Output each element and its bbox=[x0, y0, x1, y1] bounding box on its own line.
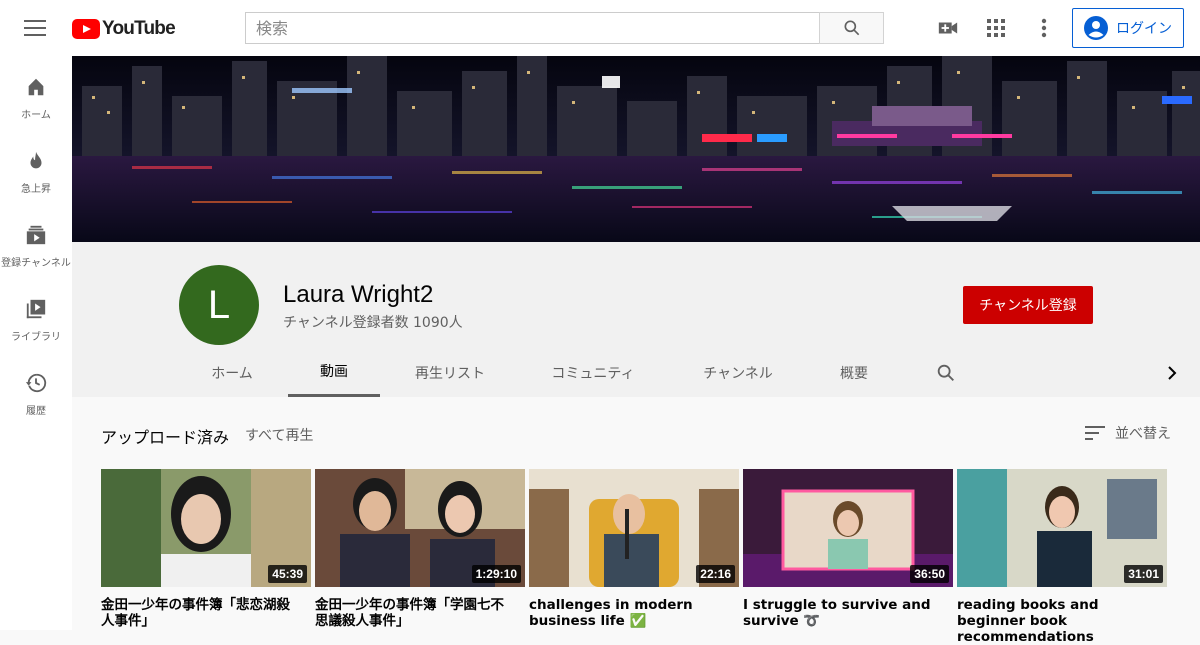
video-card[interactable]: 1:29:10 金田一少年の事件簿「学園七不思議殺人事件」 bbox=[315, 469, 525, 629]
menu-icon[interactable] bbox=[24, 18, 46, 38]
tab-about[interactable]: 概要 bbox=[826, 348, 882, 397]
subscriptions-icon bbox=[26, 225, 46, 245]
video-duration: 1:29:10 bbox=[471, 565, 521, 583]
section-title: アップロード済み bbox=[101, 428, 230, 447]
library-icon bbox=[26, 299, 46, 319]
history-icon bbox=[25, 373, 47, 393]
more-vert-icon bbox=[1041, 18, 1047, 38]
sort-icon bbox=[1085, 426, 1105, 440]
youtube-play-icon bbox=[72, 19, 100, 39]
settings-menu-button[interactable] bbox=[1032, 16, 1056, 40]
sidebar-item-trending[interactable]: 急上昇 bbox=[0, 130, 72, 204]
video-thumbnail[interactable]: 45:39 bbox=[101, 469, 311, 587]
chevron-right-icon bbox=[1168, 365, 1177, 380]
sidebar-item-library[interactable]: ライブラリ bbox=[0, 278, 72, 352]
video-thumbnail[interactable]: 31:01 bbox=[957, 469, 1167, 587]
tabs-scroll-right-button[interactable] bbox=[1160, 348, 1184, 397]
search-bar bbox=[245, 12, 884, 44]
subscriber-count: チャンネル登録者数 1090人 bbox=[283, 315, 463, 331]
video-duration: 36:50 bbox=[910, 565, 949, 583]
sidebar: ホーム 急上昇 登録チャンネル ライブラリ 履歴 bbox=[0, 56, 72, 630]
tab-community[interactable]: コミュニティ bbox=[538, 348, 648, 397]
apps-grid-icon bbox=[987, 19, 1005, 37]
login-button[interactable]: ログイン bbox=[1072, 8, 1184, 48]
video-title[interactable]: 金田一少年の事件簿「学園七不思議殺人事件」 bbox=[315, 597, 515, 629]
tab-channels[interactable]: チャンネル bbox=[688, 348, 788, 397]
fire-icon bbox=[30, 151, 42, 169]
search-button[interactable] bbox=[819, 12, 884, 44]
channel-header: L Laura Wright2 チャンネル登録者数 1090人 チャンネル登録 … bbox=[72, 242, 1200, 397]
sidebar-item-history[interactable]: 履歴 bbox=[0, 352, 72, 426]
video-duration: 45:39 bbox=[268, 565, 307, 583]
channel-avatar[interactable]: L bbox=[179, 265, 259, 345]
tab-videos[interactable]: 動画 bbox=[288, 348, 380, 397]
tab-home[interactable]: ホーム bbox=[199, 348, 265, 397]
video-duration: 22:16 bbox=[696, 565, 735, 583]
search-icon bbox=[937, 364, 954, 381]
channel-search-button[interactable] bbox=[928, 348, 964, 397]
video-card[interactable]: 36:50 I struggle to survive and survive … bbox=[743, 469, 953, 629]
tab-playlists[interactable]: 再生リスト bbox=[402, 348, 498, 397]
video-title[interactable]: 金田一少年の事件簿「悲恋湖殺人事件」 bbox=[101, 597, 301, 629]
sort-button[interactable]: 並べ替え bbox=[1085, 423, 1171, 443]
apps-button[interactable] bbox=[984, 16, 1008, 40]
youtube-logo[interactable]: YouTube bbox=[72, 18, 176, 40]
search-input[interactable] bbox=[245, 12, 819, 44]
video-title[interactable]: reading books and beginner book recommen… bbox=[957, 597, 1157, 645]
create-video-button[interactable] bbox=[936, 16, 960, 40]
channel-name: Laura Wright2 bbox=[283, 281, 434, 308]
videos-section: アップロード済み すべて再生 並べ替え 45:39 金田一少年の事件簿「悲恋湖殺… bbox=[72, 397, 1200, 645]
video-camera-plus-icon bbox=[938, 22, 958, 34]
video-thumbnail[interactable]: 22:16 bbox=[529, 469, 739, 587]
video-title[interactable]: I struggle to survive and survive ➰ bbox=[743, 597, 943, 629]
home-icon bbox=[28, 78, 44, 96]
subscribe-button[interactable]: チャンネル登録 bbox=[963, 286, 1093, 324]
channel-tabs: ホーム 動画 再生リスト コミュニティ チャンネル 概要 bbox=[72, 348, 1200, 397]
play-all-link[interactable]: すべて再生 bbox=[245, 425, 313, 445]
video-card[interactable]: 31:01 reading books and beginner book re… bbox=[957, 469, 1167, 645]
video-card[interactable]: 22:16 challenges in modern business life… bbox=[529, 469, 739, 629]
video-title[interactable]: challenges in modern business life ✅ bbox=[529, 597, 729, 629]
sidebar-item-home[interactable]: ホーム bbox=[0, 56, 72, 130]
channel-banner bbox=[72, 56, 1200, 242]
search-icon bbox=[844, 20, 859, 36]
sidebar-item-subscriptions[interactable]: 登録チャンネル bbox=[0, 204, 72, 278]
video-duration: 31:01 bbox=[1124, 565, 1163, 583]
video-thumbnail[interactable]: 36:50 bbox=[743, 469, 953, 587]
account-circle-icon bbox=[1084, 16, 1108, 40]
banner-image bbox=[72, 56, 1200, 242]
video-thumbnail[interactable]: 1:29:10 bbox=[315, 469, 525, 587]
top-bar: YouTube ログイン bbox=[0, 0, 1200, 56]
video-card[interactable]: 45:39 金田一少年の事件簿「悲恋湖殺人事件」 bbox=[101, 469, 311, 629]
